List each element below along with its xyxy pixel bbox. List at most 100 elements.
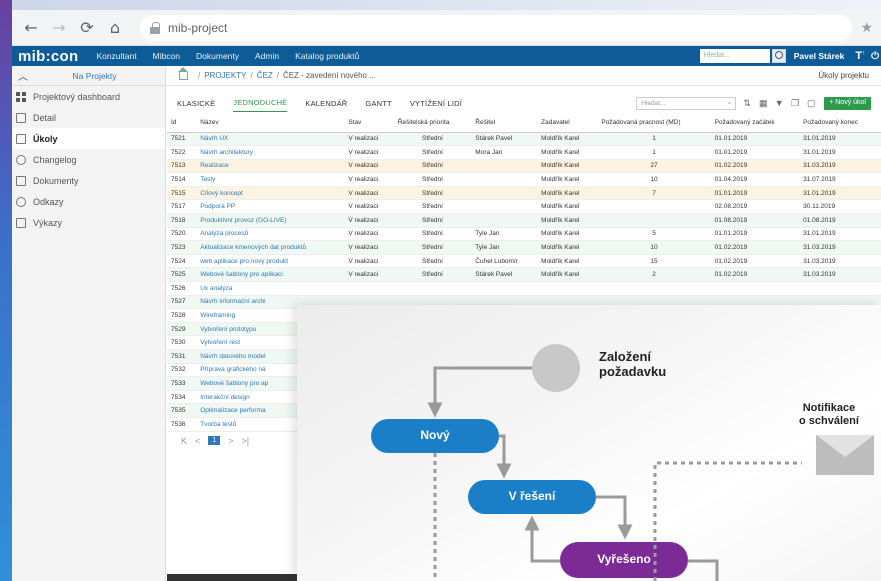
table-cell-priorita: Střední	[393, 172, 472, 187]
tab-gantt[interactable]: GANTT	[365, 95, 391, 112]
table-cell-nazev[interactable]: Analýza procesů	[196, 227, 345, 242]
sidebar-item-detail[interactable]: Detail	[12, 107, 165, 128]
table-row[interactable]: 7521 Návrh UX V realizaci Střední Stárek Pav…	[167, 132, 881, 147]
search-icon[interactable]	[771, 49, 786, 63]
table-row[interactable]: 7513 Realizace V realizaci Střední Moldřík K…	[167, 159, 881, 174]
forward-arrow-icon[interactable]: →	[48, 17, 70, 39]
clock-icon	[16, 154, 26, 165]
column-header-nazev[interactable]: Název	[196, 114, 345, 133]
table-cell-priorita: Střední	[393, 145, 472, 160]
table-cell-nazev[interactable]: Testy	[196, 172, 345, 187]
table-row[interactable]: 7526 Ux analýza	[167, 281, 881, 296]
sidebar-item-dashboard[interactable]: Projektový dashboard	[12, 86, 165, 107]
table-cell-resitel	[471, 159, 538, 174]
table-row[interactable]: 7523 Aktualizace kmenových dat produktů V …	[167, 240, 881, 255]
user-name[interactable]: Pavel Stárek	[786, 51, 853, 61]
tab-vytizeni[interactable]: VYTÍŽENÍ LIDÍ	[410, 95, 462, 112]
first-page-button[interactable]: K	[181, 436, 187, 446]
nav-item-admin[interactable]: Admin	[247, 51, 287, 61]
sidebar-item-vykazy[interactable]: Výkazy	[12, 212, 165, 233]
table-cell-pracnost: 7	[597, 186, 711, 201]
table-cell-nazev[interactable]: Návrh UX	[196, 132, 345, 147]
table-row[interactable]: 7524 web aplikace pro nový produkt V reali…	[167, 254, 881, 269]
column-header-zacatek[interactable]: Požadovaný začátek	[710, 114, 800, 133]
sort-icon[interactable]: ⇅	[742, 98, 752, 108]
table-cell-nazev[interactable]: Cílový koncept	[196, 186, 345, 201]
tasks-icon	[16, 133, 26, 144]
table-row[interactable]: 7518 Produktivní provoz (GO-LIVE) V realiz…	[167, 213, 881, 228]
tab-jednoduche[interactable]: JEDNODUCHÉ	[233, 94, 288, 112]
search-icon[interactable]: ⌕	[728, 100, 732, 107]
table-cell-nazev[interactable]: Podpora PP	[196, 199, 345, 215]
table-row[interactable]: 7520 Analýza procesů V realizaci Střední Tyl…	[167, 227, 881, 242]
chevron-up-icon[interactable]: ︿	[18, 68, 30, 83]
sidebar-item-ukoly[interactable]: Úkoly	[12, 128, 165, 149]
task-search-input[interactable]: Hledat... ⌕	[636, 96, 737, 110]
table-cell-resitel	[471, 281, 538, 296]
address-bar[interactable]: mib-project	[140, 14, 853, 41]
sidebar-back-label[interactable]: Na Projekty	[30, 71, 159, 81]
column-header-resitel[interactable]: Řešitel	[471, 114, 538, 133]
reload-icon[interactable]: ⟳	[76, 17, 98, 39]
sidebar-item-dokumenty[interactable]: Dokumenty	[12, 170, 165, 191]
table-row[interactable]: 7522 Návrh architektury V realizaci Střední…	[167, 145, 881, 160]
nav-item-katalog[interactable]: Katalog produktů	[287, 51, 367, 61]
table-cell-zadavatel	[537, 281, 598, 296]
table-cell-nazev[interactable]: Realizace	[196, 159, 345, 174]
nav-item-konzultant[interactable]: Konzultant	[88, 51, 144, 61]
column-header-konec[interactable]: Požadovaný konec	[799, 114, 881, 133]
table-cell-nazev[interactable]: Produktivní provoz (GO-LIVE)	[196, 213, 345, 228]
table-cell-id: 7517	[167, 199, 197, 215]
copy-icon[interactable]: ❐	[790, 98, 800, 108]
nav-item-dokumenty[interactable]: Dokumenty	[188, 51, 247, 61]
export-icon[interactable]: ▢	[806, 98, 816, 108]
last-page-button[interactable]: >|	[241, 436, 249, 446]
table-cell-konec: 31.03.2019	[799, 240, 881, 255]
table-cell-nazev[interactable]: Aktualizace kmenových dat produktů	[196, 240, 345, 255]
column-header-stav[interactable]: Stav	[344, 114, 394, 133]
column-header-priorita[interactable]: Řešitelská priorita	[393, 114, 472, 133]
home-icon[interactable]: ⌂	[104, 17, 126, 39]
power-icon[interactable]: ⏻	[868, 51, 881, 62]
column-header-pracnost[interactable]: Požadovaná pracnost (MD)	[597, 114, 711, 133]
sidebar-item-changelog[interactable]: Changelog	[12, 149, 165, 170]
prev-page-button[interactable]: <	[195, 436, 200, 446]
bookmark-star-icon[interactable]: ★	[860, 20, 873, 36]
breadcrumb-projekty[interactable]: PROJEKTY	[204, 71, 246, 80]
next-page-button[interactable]: >	[228, 436, 233, 446]
tab-klasicke[interactable]: KLASICKÉ	[177, 95, 215, 112]
sidebar-back-row[interactable]: ︿ Na Projekty	[12, 66, 165, 86]
table-cell-stav	[344, 281, 394, 296]
new-task-button[interactable]: + Nový úkol	[824, 96, 871, 110]
sidebar-item-odkazy[interactable]: Odkazy	[12, 191, 165, 212]
table-settings-icon[interactable]: ▦	[758, 98, 768, 108]
filter-icon[interactable]: ▼	[774, 98, 784, 108]
table-row[interactable]: 7515 Cílový koncept V realizaci Střední Mold…	[167, 186, 881, 201]
table-cell-resitel: Stárek Pavel	[471, 132, 538, 147]
column-header-id[interactable]: Id	[167, 114, 197, 133]
table-cell-zacatek: 01.02.2019	[710, 159, 800, 174]
table-cell-nazev[interactable]: web aplikace pro nový produkt	[196, 254, 345, 269]
current-page-button[interactable]: 1	[208, 436, 221, 446]
nav-item-mibcon[interactable]: Mibcon	[145, 51, 188, 61]
global-search-input[interactable]: Hledat...	[699, 49, 770, 63]
table-cell-pracnost: 1	[597, 132, 711, 147]
table-cell-pracnost	[597, 213, 711, 228]
column-header-zadavatel[interactable]: Zadavatel	[537, 114, 598, 133]
table-row[interactable]: 7514 Testy V realizaci Střední Moldřík Karel…	[167, 172, 881, 187]
breadcrumb-cez[interactable]: ČEZ	[257, 71, 273, 80]
table-cell-nazev[interactable]: Návrh architektury	[196, 145, 345, 160]
app-logo[interactable]: mib:con	[12, 48, 88, 65]
table-cell-nazev[interactable]: Ux analýza	[196, 281, 345, 296]
table-cell-id: 7533	[167, 376, 197, 391]
table-cell-nazev[interactable]: Webové šablony pro aplikaci	[196, 267, 345, 283]
table-cell-zacatek: 01.02.2019	[710, 240, 800, 255]
tab-kalendar[interactable]: KALENDÁŘ	[305, 95, 347, 112]
table-row[interactable]: 7525 Webové šablony pro aplikaci V realiza…	[167, 267, 881, 283]
table-cell-resitel	[471, 172, 538, 187]
text-size-icon[interactable]: T↑	[852, 50, 868, 62]
table-row[interactable]: 7517 Podpora PP V realizaci Střední Moldřík …	[167, 199, 881, 215]
back-arrow-icon[interactable]: ←	[20, 17, 42, 39]
home-icon[interactable]	[178, 66, 188, 80]
step-vyreseno-label: Vyřešeno	[597, 552, 651, 566]
